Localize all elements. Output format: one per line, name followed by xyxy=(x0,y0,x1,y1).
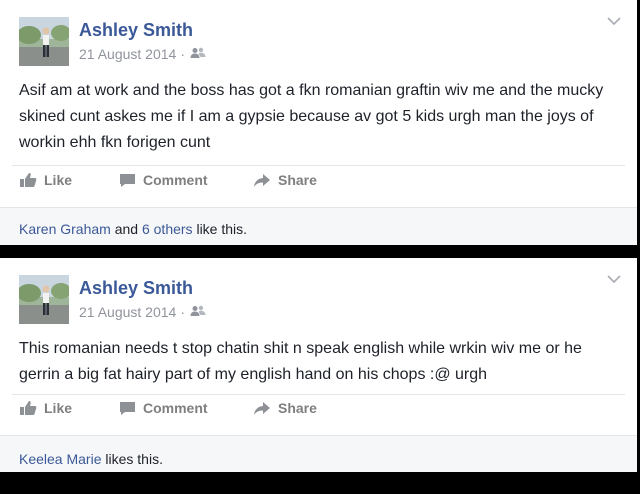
author-name[interactable]: Ashley Smith xyxy=(79,278,193,299)
post-text: Asif am at work and the boss has got a f… xyxy=(19,82,604,151)
comment-button[interactable]: Comment xyxy=(119,172,208,188)
avatar[interactable] xyxy=(19,17,69,66)
divider xyxy=(12,394,625,395)
comment-icon xyxy=(120,173,135,187)
post-actions: Like Comment Share xyxy=(0,400,637,430)
post-card: Ashley Smith 21 August 2014 · This roman… xyxy=(0,258,637,472)
liker-name[interactable]: Karen Graham xyxy=(19,221,111,237)
post-meta: 21 August 2014 · xyxy=(79,46,206,62)
separator-dot: · xyxy=(180,46,185,62)
share-button[interactable]: Share xyxy=(253,400,317,416)
avatar[interactable] xyxy=(19,275,69,324)
likes-bar: Keelea Marie likes this. xyxy=(0,435,637,472)
likes-bar: Karen Graham and 6 others like this. xyxy=(0,207,637,245)
likes-suffix: like this. xyxy=(196,221,248,237)
others-link[interactable]: 6 others xyxy=(142,221,193,237)
share-button[interactable]: Share xyxy=(253,172,317,188)
like-label: Like xyxy=(44,400,73,416)
likes-text: Karen Graham and 6 others like this. xyxy=(19,221,247,237)
likes-suffix: likes this. xyxy=(105,451,163,467)
thumbs-up-icon xyxy=(20,401,37,415)
share-icon xyxy=(254,401,270,415)
friends-icon[interactable] xyxy=(190,304,206,320)
post-actions: Like Comment Share xyxy=(0,172,637,202)
author-name[interactable]: Ashley Smith xyxy=(79,20,193,41)
likes-and: and xyxy=(114,221,139,237)
separator-dot: · xyxy=(180,304,185,320)
chevron-down-icon[interactable] xyxy=(607,274,621,284)
post-date[interactable]: 21 August 2014 xyxy=(79,304,176,320)
share-icon xyxy=(254,173,270,187)
friends-icon[interactable] xyxy=(190,46,206,62)
likes-text: Keelea Marie likes this. xyxy=(19,451,163,467)
comment-label: Comment xyxy=(143,400,208,416)
post-meta: 21 August 2014 · xyxy=(79,304,206,320)
post-text: This romanian needs t stop chatin shit n… xyxy=(19,340,582,383)
comment-button[interactable]: Comment xyxy=(119,400,208,416)
share-label: Share xyxy=(278,172,317,188)
post-date[interactable]: 21 August 2014 xyxy=(79,46,176,62)
share-label: Share xyxy=(278,400,317,416)
like-button[interactable]: Like xyxy=(19,172,72,188)
comment-icon xyxy=(120,401,135,415)
like-label: Like xyxy=(44,172,73,188)
thumbs-up-icon xyxy=(20,173,37,187)
divider xyxy=(12,165,625,166)
chevron-down-icon[interactable] xyxy=(607,16,621,26)
comment-label: Comment xyxy=(143,172,208,188)
like-button[interactable]: Like xyxy=(19,400,72,416)
liker-name[interactable]: Keelea Marie xyxy=(19,451,102,467)
post-card: Ashley Smith 21 August 2014 · Asif am at… xyxy=(0,0,637,245)
